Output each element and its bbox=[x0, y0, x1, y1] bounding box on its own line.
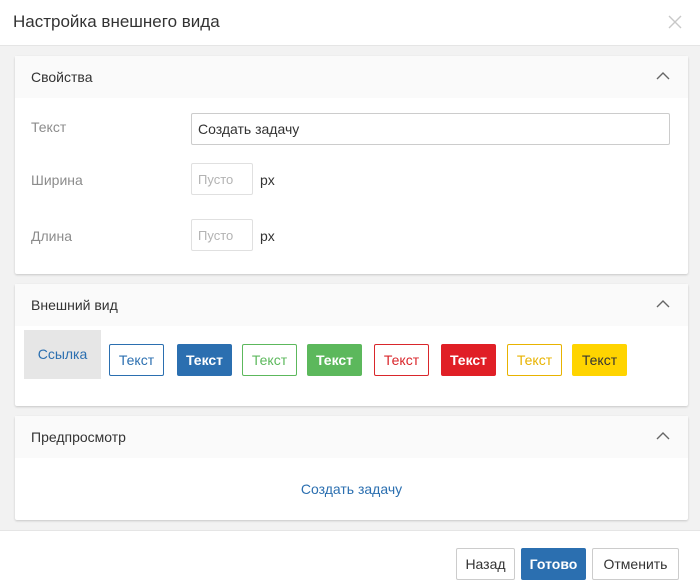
text-label: Текст bbox=[31, 119, 67, 135]
style-option-outline-blue[interactable]: Текст bbox=[109, 344, 164, 376]
length-unit: px bbox=[260, 228, 275, 244]
chevron-up-icon[interactable] bbox=[656, 71, 670, 81]
appearance-panel: Внешний вид Ссылка Текст Текст Текст Тек… bbox=[15, 284, 688, 406]
length-input[interactable] bbox=[191, 219, 253, 251]
properties-panel: Свойства Текст Ширина px Длина px bbox=[15, 56, 688, 274]
close-button[interactable] bbox=[667, 14, 683, 30]
width-input[interactable] bbox=[191, 163, 253, 195]
done-button[interactable]: Готово bbox=[521, 548, 586, 580]
style-option-link[interactable]: Ссылка bbox=[24, 330, 101, 379]
width-label: Ширина bbox=[31, 172, 83, 188]
style-option-outline-red[interactable]: Текст bbox=[374, 344, 429, 376]
style-option-filled-yellow[interactable]: Текст bbox=[572, 344, 627, 376]
properties-panel-header[interactable]: Свойства bbox=[15, 56, 688, 98]
width-row: Ширина px bbox=[15, 152, 688, 208]
appearance-settings-dialog: Настройка внешнего вида Свойства Текст Ш… bbox=[0, 0, 700, 588]
dialog-header: Настройка внешнего вида bbox=[0, 0, 700, 46]
dialog-body: Свойства Текст Ширина px Длина px bbox=[0, 46, 700, 530]
preview-panel: Предпросмотр Создать задачу bbox=[15, 416, 688, 520]
properties-panel-title: Свойства bbox=[31, 69, 93, 85]
style-option-filled-blue[interactable]: Текст bbox=[177, 344, 232, 376]
chevron-up-icon[interactable] bbox=[656, 431, 670, 441]
appearance-panel-title: Внешний вид bbox=[31, 297, 118, 313]
width-unit: px bbox=[260, 172, 275, 188]
length-row: Длина px bbox=[15, 208, 688, 264]
style-option-filled-green[interactable]: Текст bbox=[307, 344, 362, 376]
dialog-footer: Назад Готово Отменить bbox=[0, 530, 700, 588]
text-input[interactable] bbox=[191, 113, 670, 145]
style-options: Ссылка Текст Текст Текст Текст Текст Тек… bbox=[15, 318, 688, 398]
dialog-title: Настройка внешнего вида bbox=[13, 12, 220, 31]
style-option-filled-red[interactable]: Текст bbox=[441, 344, 496, 376]
style-option-outline-yellow[interactable]: Текст bbox=[507, 344, 562, 376]
chevron-up-icon[interactable] bbox=[656, 299, 670, 309]
preview-panel-header[interactable]: Предпросмотр bbox=[15, 416, 688, 458]
style-option-outline-green[interactable]: Текст bbox=[242, 344, 297, 376]
cancel-button[interactable]: Отменить bbox=[592, 548, 679, 580]
preview-area: Создать задачу bbox=[15, 458, 688, 521]
length-label: Длина bbox=[31, 228, 72, 244]
back-button[interactable]: Назад bbox=[456, 548, 515, 580]
close-icon bbox=[668, 15, 682, 29]
preview-panel-title: Предпросмотр bbox=[31, 429, 126, 445]
preview-link[interactable]: Создать задачу bbox=[15, 480, 688, 498]
